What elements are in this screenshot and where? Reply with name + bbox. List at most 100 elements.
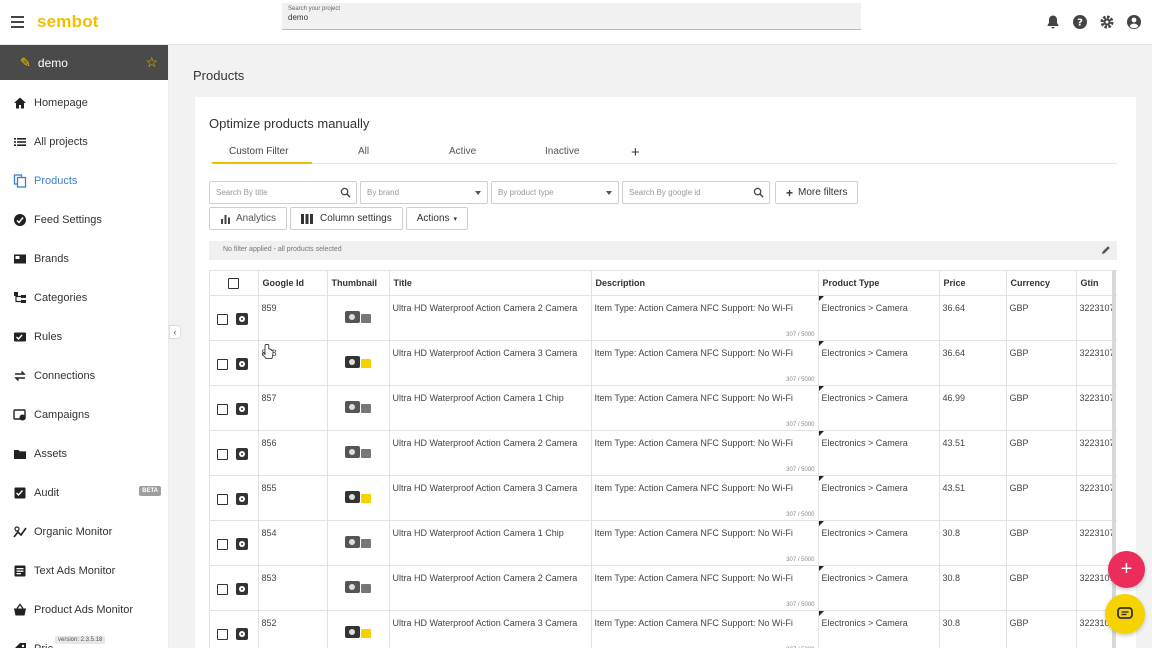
title-cell[interactable]: Ultra HD Waterproof Action Camera 2 Came…	[389, 295, 592, 341]
currency-cell[interactable]: GBP	[1006, 520, 1077, 566]
column-header-currency[interactable]: Currency	[1006, 270, 1077, 296]
google-id-cell[interactable]: 857	[258, 385, 328, 431]
chat-fab-button[interactable]	[1105, 594, 1145, 634]
row-settings-icon[interactable]	[236, 358, 248, 370]
product-type-cell[interactable]: Electronics > Camera	[818, 610, 940, 648]
table-row[interactable]: 854 Ultra HD Waterproof Action Camera 1 C…	[210, 520, 1117, 566]
row-settings-icon[interactable]	[236, 538, 248, 550]
select-all-checkbox[interactable]	[228, 277, 239, 289]
thumbnail-cell[interactable]	[327, 340, 390, 386]
sidebar-item-rules[interactable]: Rules	[0, 317, 168, 356]
column-header-gtin[interactable]: Gtin	[1076, 270, 1117, 296]
sidebar-item-organic-monitor[interactable]: Organic Monitor	[0, 512, 168, 551]
price-cell[interactable]: 30.8	[939, 520, 1007, 566]
sidebar-item-feed-settings[interactable]: Feed Settings	[0, 200, 168, 239]
current-project[interactable]: ✎ demo ☆	[0, 45, 168, 80]
collapse-sidebar-icon[interactable]: ‹	[169, 325, 181, 339]
product-type-cell[interactable]: Electronics > Camera	[818, 520, 940, 566]
sidebar-item-brands[interactable]: Brands	[0, 239, 168, 278]
gear-icon[interactable]	[1099, 14, 1115, 30]
price-cell[interactable]: 30.8	[939, 565, 1007, 611]
gtin-cell[interactable]: 3223107	[1076, 385, 1117, 431]
row-checkbox[interactable]	[217, 628, 228, 640]
sidebar-item-all-projects[interactable]: All projects	[0, 122, 168, 161]
row-checkbox[interactable]	[217, 493, 228, 505]
title-cell[interactable]: Ultra HD Waterproof Action Camera 3 Came…	[389, 340, 592, 386]
column-header-product-type[interactable]: Product Type	[818, 270, 940, 296]
title-cell[interactable]: Ultra HD Waterproof Action Camera 1 Chip	[389, 385, 592, 431]
description-cell[interactable]: Item Type: Action Camera NFC Support: No…	[591, 520, 819, 566]
sidebar-item-categories[interactable]: Categories	[0, 278, 168, 317]
sidebar-item-connections[interactable]: Connections	[0, 356, 168, 395]
product-type-cell[interactable]: Electronics > Camera	[818, 385, 940, 431]
title-cell[interactable]: Ultra HD Waterproof Action Camera 1 Chip	[389, 520, 592, 566]
column-header-title[interactable]: Title	[389, 270, 592, 296]
thumbnail-cell[interactable]	[327, 475, 390, 521]
thumbnail-cell[interactable]	[327, 565, 390, 611]
actions-button[interactable]: Actions ▾	[405, 207, 469, 230]
row-checkbox[interactable]	[217, 313, 228, 325]
google-id-cell[interactable]: 859	[258, 295, 328, 341]
tab-inactive[interactable]: Inactive	[545, 146, 579, 157]
google-id-cell[interactable]: 852	[258, 610, 328, 648]
menu-icon[interactable]	[11, 16, 24, 28]
add-fab-button[interactable]: +	[1108, 551, 1145, 588]
app-logo[interactable]: sembot	[37, 12, 99, 32]
google-id-cell[interactable]: 856	[258, 430, 328, 476]
product-type-cell[interactable]: Electronics > Camera	[818, 475, 940, 521]
price-cell[interactable]: 46.99	[939, 385, 1007, 431]
project-search-input[interactable]: Search your project demo	[282, 3, 861, 30]
currency-cell[interactable]: GBP	[1006, 385, 1077, 431]
product-type-select[interactable]: By product type	[491, 181, 619, 204]
tab-all[interactable]: All	[358, 146, 369, 157]
currency-cell[interactable]: GBP	[1006, 475, 1077, 521]
description-cell[interactable]: Item Type: Action Camera NFC Support: No…	[591, 610, 819, 648]
title-cell[interactable]: Ultra HD Waterproof Action Camera 3 Came…	[389, 610, 592, 648]
table-row[interactable]: 852 Ultra HD Waterproof Action Camera 3 C…	[210, 610, 1117, 648]
sidebar-item-homepage[interactable]: Homepage	[0, 83, 168, 122]
row-settings-icon[interactable]	[236, 403, 248, 415]
row-checkbox[interactable]	[217, 583, 228, 595]
brand-select[interactable]: By brand	[360, 181, 488, 204]
sidebar-item-campaigns[interactable]: Campaigns	[0, 395, 168, 434]
currency-cell[interactable]: GBP	[1006, 340, 1077, 386]
gtin-cell[interactable]: 3223107	[1076, 430, 1117, 476]
row-checkbox[interactable]	[217, 358, 228, 370]
help-icon[interactable]: ?	[1072, 14, 1088, 30]
bell-icon[interactable]	[1045, 14, 1061, 30]
row-settings-icon[interactable]	[236, 313, 248, 325]
row-settings-icon[interactable]	[236, 493, 248, 505]
table-row[interactable]: 855 Ultra HD Waterproof Action Camera 3 C…	[210, 475, 1117, 521]
title-cell[interactable]: Ultra HD Waterproof Action Camera 2 Came…	[389, 565, 592, 611]
column-header-description[interactable]: Description	[591, 270, 819, 296]
table-row[interactable]: 857 Ultra HD Waterproof Action Camera 1 C…	[210, 385, 1117, 431]
description-cell[interactable]: Item Type: Action Camera NFC Support: No…	[591, 475, 819, 521]
description-cell[interactable]: Item Type: Action Camera NFC Support: No…	[591, 295, 819, 341]
pencil-icon[interactable]: ✎	[20, 55, 31, 71]
column-header-google-id[interactable]: Google Id	[258, 270, 328, 296]
description-cell[interactable]: Item Type: Action Camera NFC Support: No…	[591, 430, 819, 476]
row-checkbox[interactable]	[217, 403, 228, 415]
more-filters-button[interactable]: + More filters	[775, 181, 859, 204]
analytics-button[interactable]: Analytics	[209, 207, 288, 230]
currency-cell[interactable]: GBP	[1006, 610, 1077, 648]
account-icon[interactable]	[1126, 14, 1142, 30]
row-settings-icon[interactable]	[236, 448, 248, 460]
currency-cell[interactable]: GBP	[1006, 295, 1077, 341]
description-cell[interactable]: Item Type: Action Camera NFC Support: No…	[591, 385, 819, 431]
table-row[interactable]: 853 Ultra HD Waterproof Action Camera 2 C…	[210, 565, 1117, 611]
sidebar-item-product-ads-monitor[interactable]: Product Ads Monitor	[0, 590, 168, 629]
description-cell[interactable]: Item Type: Action Camera NFC Support: No…	[591, 565, 819, 611]
product-type-cell[interactable]: Electronics > Camera	[818, 565, 940, 611]
sidebar-item-audit[interactable]: Audit BETA	[0, 473, 168, 512]
google-id-cell[interactable]: 854	[258, 520, 328, 566]
title-cell[interactable]: Ultra HD Waterproof Action Camera 3 Came…	[389, 475, 592, 521]
table-row[interactable]: 859 Ultra HD Waterproof Action Camera 2 C…	[210, 295, 1117, 341]
add-tab-icon[interactable]: +	[631, 144, 640, 161]
gtin-cell[interactable]: 3223107	[1076, 475, 1117, 521]
thumbnail-cell[interactable]	[327, 520, 390, 566]
title-cell[interactable]: Ultra HD Waterproof Action Camera 2 Came…	[389, 430, 592, 476]
sidebar-item-assets[interactable]: Assets	[0, 434, 168, 473]
google-id-cell[interactable]: 855	[258, 475, 328, 521]
tab-active[interactable]: Active	[449, 146, 476, 157]
